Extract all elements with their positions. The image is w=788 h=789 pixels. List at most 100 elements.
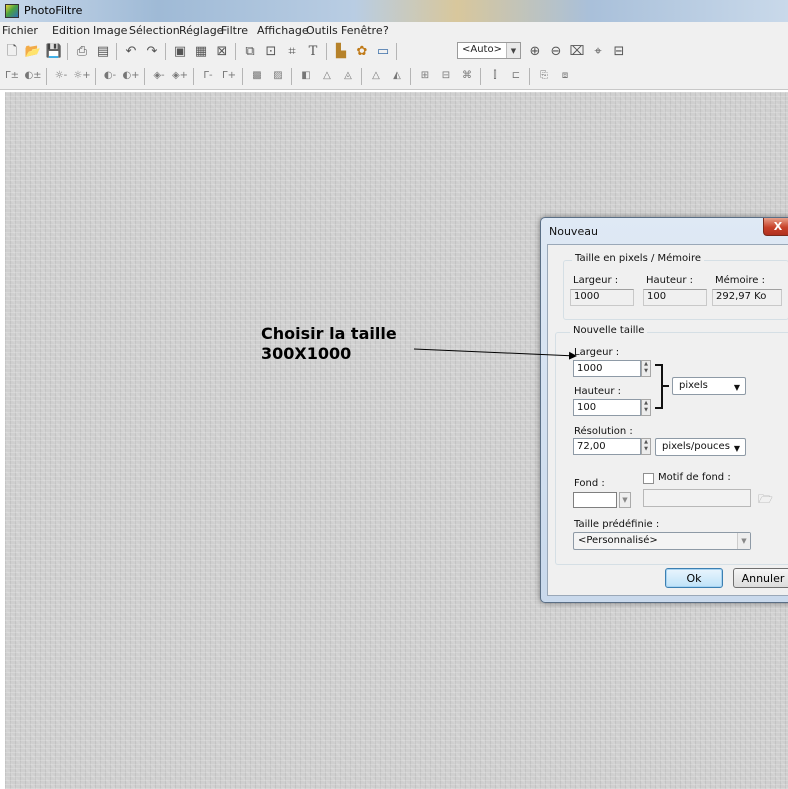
effects-icon[interactable]: ✿ bbox=[354, 43, 370, 59]
window-icon[interactable]: ▭ bbox=[375, 43, 391, 59]
brightness-up-icon[interactable]: ☼+ bbox=[73, 68, 90, 84]
undo-icon[interactable]: ↶ bbox=[123, 43, 139, 59]
resolution-unit-select[interactable]: pixels/pouces ▼ bbox=[655, 438, 746, 456]
sharpen-icon[interactable]: △ bbox=[368, 68, 384, 84]
unit-select[interactable]: pixels ▼ bbox=[672, 377, 746, 395]
preset-select[interactable]: <Personnalisé> ▼ bbox=[573, 532, 751, 550]
menu-reglage[interactable]: Réglage bbox=[179, 24, 223, 37]
contrast-up-icon[interactable]: ◐+ bbox=[122, 68, 139, 84]
new-file-icon[interactable]: 🗋 bbox=[4, 43, 20, 59]
crop-icon[interactable]: ⌗ bbox=[284, 43, 300, 59]
auto-levels-icon[interactable]: Γ± bbox=[4, 68, 20, 84]
menu-bar: Fichier Edition Image Sélection Réglage … bbox=[0, 22, 788, 39]
brightness-down-icon[interactable]: ☼- bbox=[53, 68, 69, 84]
menu-edition[interactable]: Edition bbox=[52, 24, 90, 37]
close-button[interactable]: X bbox=[763, 218, 788, 236]
dither-icon[interactable]: ◧ bbox=[298, 68, 314, 84]
toolbar-separator bbox=[67, 43, 68, 60]
print-icon[interactable]: ⎙ bbox=[74, 43, 90, 59]
width-spinner[interactable]: ▲ ▼ bbox=[641, 360, 651, 377]
chevron-down-icon: ▼ bbox=[733, 444, 740, 453]
memory-value: 292,97 Ko bbox=[716, 291, 767, 302]
preset-value: <Personnalisé> bbox=[578, 535, 658, 546]
save-icon[interactable]: 💾 bbox=[46, 43, 62, 59]
current-width-value: 1000 bbox=[574, 291, 600, 302]
zoom-select[interactable]: <Auto> ▼ bbox=[457, 42, 521, 59]
height-input[interactable]: 100 bbox=[573, 399, 641, 416]
saturation-up-icon[interactable]: ◈+ bbox=[172, 68, 188, 84]
image-size-icon[interactable]: ⊡ bbox=[263, 43, 279, 59]
open-folder-icon[interactable]: 📂 bbox=[25, 43, 41, 59]
menu-selection[interactable]: Sélection bbox=[129, 24, 180, 37]
fit-window-icon[interactable]: ⌧ bbox=[569, 43, 585, 59]
width-input[interactable]: 1000 bbox=[573, 360, 641, 377]
background-color-swatch[interactable] bbox=[573, 492, 617, 508]
link-bracket-tick bbox=[663, 385, 669, 387]
toolbar-separator bbox=[242, 68, 243, 85]
resolution-input[interactable]: 72,00 bbox=[573, 438, 641, 455]
transform-icon[interactable]: ⧈ bbox=[557, 68, 573, 84]
menu-help[interactable]: ? bbox=[383, 24, 389, 37]
toolbar-separator bbox=[116, 43, 117, 60]
duplicate-icon[interactable]: ⧉ bbox=[242, 43, 258, 59]
pattern-label: Motif de fond : bbox=[658, 472, 731, 483]
toolbar-separator bbox=[95, 68, 96, 85]
height-label: Hauteur : bbox=[574, 386, 622, 397]
redo-icon[interactable]: ↷ bbox=[144, 43, 160, 59]
ok-button[interactable]: Ok bbox=[665, 568, 723, 588]
flip-horizontal-icon[interactable]: ⊞ bbox=[417, 68, 433, 84]
menu-fenetre[interactable]: Fenêtre bbox=[341, 24, 383, 37]
rotate-icon[interactable]: ⌘ bbox=[459, 68, 475, 84]
menu-affichage[interactable]: Affichage bbox=[257, 24, 309, 37]
app-title: PhotoFiltre bbox=[24, 4, 83, 17]
saturation-down-icon[interactable]: ◈- bbox=[151, 68, 167, 84]
zoom-out-icon[interactable]: ⊖ bbox=[548, 43, 564, 59]
frame-icon[interactable]: ⊏ bbox=[508, 68, 524, 84]
current-width-label: Largeur : bbox=[573, 275, 619, 286]
layers-icon[interactable]: ▙ bbox=[333, 43, 349, 59]
toolbar-separator bbox=[361, 68, 362, 85]
sharpen-more-icon[interactable]: ◭ bbox=[389, 68, 405, 84]
folder-icon[interactable]: 🗁 bbox=[758, 490, 773, 511]
menu-filtre[interactable]: Filtre bbox=[221, 24, 248, 37]
scan-icon[interactable]: ▤ bbox=[95, 43, 111, 59]
toolbar-separator bbox=[165, 43, 166, 60]
text-icon[interactable]: T bbox=[305, 43, 321, 59]
resolution-unit-value: pixels/pouces bbox=[662, 441, 730, 452]
gamma-up-icon[interactable]: Γ+ bbox=[221, 68, 237, 84]
gamma-down-icon[interactable]: Γ- bbox=[200, 68, 216, 84]
preset-label: Taille prédéfinie : bbox=[574, 519, 660, 530]
blur-more-icon[interactable]: ◬ bbox=[340, 68, 356, 84]
actual-size-icon[interactable]: ⌖ bbox=[590, 43, 606, 59]
paste-new-icon[interactable]: ▦ bbox=[193, 43, 209, 59]
auto-contrast-icon[interactable]: ◐± bbox=[24, 68, 41, 84]
resolution-label: Résolution : bbox=[574, 426, 633, 437]
paste-icon[interactable]: ▣ bbox=[172, 43, 188, 59]
cancel-button[interactable]: Annuler bbox=[733, 568, 788, 588]
flip-vertical-icon[interactable]: ⊟ bbox=[438, 68, 454, 84]
chevron-down-icon[interactable]: ▼ bbox=[619, 492, 631, 508]
unit-value: pixels bbox=[679, 380, 708, 391]
pattern-checkbox[interactable] bbox=[643, 473, 654, 484]
copy-icon[interactable]: ⊠ bbox=[214, 43, 230, 59]
height-spinner[interactable]: ▲ ▼ bbox=[641, 399, 651, 416]
grayscale-icon[interactable]: ▩ bbox=[249, 68, 265, 84]
memory-group: Taille en pixels / Mémoire Largeur : Hau… bbox=[563, 253, 788, 320]
toolbar-separator bbox=[396, 43, 397, 60]
menu-outils[interactable]: Outils bbox=[306, 24, 338, 37]
fullscreen-icon[interactable]: ⊟ bbox=[611, 43, 627, 59]
toolbar-separator bbox=[291, 68, 292, 85]
contrast-down-icon[interactable]: ◐- bbox=[102, 68, 118, 84]
menu-fichier[interactable]: Fichier bbox=[2, 24, 38, 37]
stamp-icon[interactable]: ⎘ bbox=[536, 68, 552, 84]
menu-image[interactable]: Image bbox=[93, 24, 127, 37]
current-height-label: Hauteur : bbox=[646, 275, 694, 286]
mirror-icon[interactable]: ⫿ bbox=[487, 68, 503, 84]
toolbar-separator bbox=[326, 43, 327, 60]
sepia-icon[interactable]: ▨ bbox=[270, 68, 286, 84]
resolution-spinner[interactable]: ▲ ▼ bbox=[641, 438, 651, 455]
blur-icon[interactable]: △ bbox=[319, 68, 335, 84]
chevron-down-icon[interactable]: ▼ bbox=[506, 43, 520, 58]
width-label: Largeur : bbox=[574, 347, 620, 358]
zoom-in-icon[interactable]: ⊕ bbox=[527, 43, 543, 59]
